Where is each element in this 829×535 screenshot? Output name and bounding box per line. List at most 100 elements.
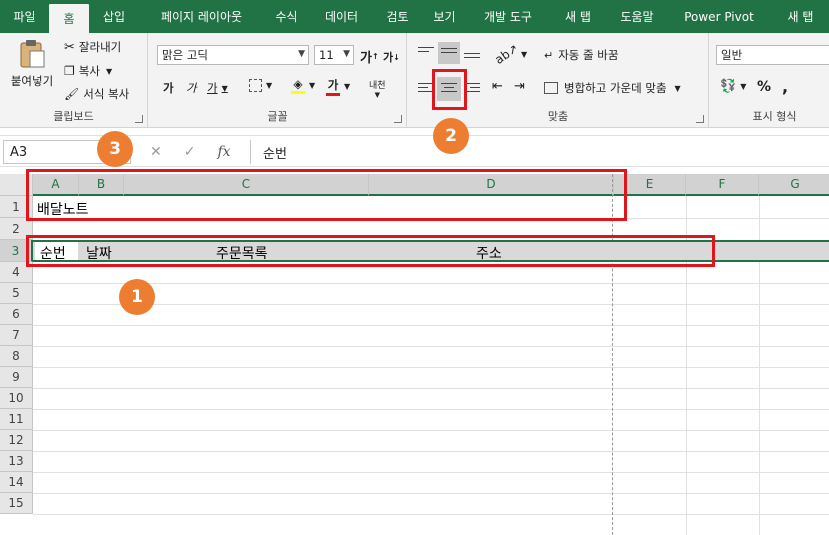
copy-label: 복사 xyxy=(78,64,100,78)
font-name-combo[interactable]: 맑은 고딕 ▼ xyxy=(157,45,309,65)
chevron-down-icon: ▼ xyxy=(309,81,316,90)
font-color-icon: 가 xyxy=(326,77,340,96)
font-dialog-launcher[interactable] xyxy=(394,115,402,123)
paste-button[interactable]: 붙여넣기 xyxy=(8,39,56,99)
tab-file[interactable]: 파일 xyxy=(0,0,49,33)
worksheet-grid[interactable]: A B C D E F G 1 2 3 4 5 6 7 8 9 10 11 12… xyxy=(0,174,829,535)
annotation-badge-1: 1 xyxy=(119,279,155,315)
merge-center-button[interactable]: 병합하고 가운데 맞춤 ▼ xyxy=(544,80,681,96)
row-header-6[interactable]: 6 xyxy=(0,304,33,325)
percent-button[interactable]: % xyxy=(757,79,771,95)
tab-home[interactable]: 홈 xyxy=(49,4,89,33)
middle-align-button[interactable] xyxy=(438,42,460,64)
italic-button[interactable]: 가 xyxy=(186,80,197,96)
annotation-box-headers xyxy=(26,169,627,221)
enter-icon[interactable]: ✓ xyxy=(184,144,196,160)
clipboard-dialog-launcher[interactable] xyxy=(135,115,143,123)
tab-power-pivot[interactable]: Power Pivot xyxy=(666,0,772,33)
font-color-button[interactable]: 가 ▼ xyxy=(326,77,350,96)
alignment-dialog-launcher[interactable] xyxy=(696,115,704,123)
formula-input[interactable]: 순번 xyxy=(250,140,826,164)
font-group-label: 글꼴 xyxy=(267,110,288,123)
row-header-7[interactable]: 7 xyxy=(0,325,33,346)
font-size-combo[interactable]: 11 ▼ xyxy=(314,45,354,65)
tab-view[interactable]: 보기 xyxy=(421,0,468,33)
top-align-icon[interactable] xyxy=(418,47,434,61)
chevron-down-icon: ▼ xyxy=(298,49,305,59)
font-group: 맑은 고딕 ▼ 11 ▼ 가 ↑ 가 ↓ 가 가 가 ▼ ▼ ◈ ▼ 가 ▼ 내천 ▼… xyxy=(149,33,407,128)
fill-color-button[interactable]: ◈ ▼ xyxy=(291,77,315,94)
cut-label: 잘라내기 xyxy=(78,40,122,54)
font-color-glyph: 가 xyxy=(327,78,339,92)
paint-bucket-icon: ◈ xyxy=(291,77,305,94)
phonetic-button[interactable]: 내천 ▼ xyxy=(369,78,386,99)
clipboard-group: 붙여넣기 ✂ 잘라내기 ❐ 복사 ▼ 🖌 서식 복사 클립보드 xyxy=(0,33,148,128)
increase-indent-button[interactable]: ⇥ xyxy=(514,79,525,94)
underline-button[interactable]: 가 ▼ xyxy=(207,80,228,96)
tab-review[interactable]: 검토 xyxy=(374,0,421,33)
cancel-icon[interactable]: ✕ xyxy=(150,144,162,160)
insert-function-icon[interactable]: fx xyxy=(217,144,230,160)
scissors-icon: ✂ xyxy=(64,39,75,55)
decrease-indent-icon: ⇤ xyxy=(492,79,503,94)
bold-button[interactable]: 가 xyxy=(163,80,174,96)
borders-icon xyxy=(249,79,262,92)
row-header-11[interactable]: 11 xyxy=(0,409,33,430)
tab-formulas[interactable]: 수식 xyxy=(264,0,309,33)
wrap-text-button[interactable]: ↵ 자동 줄 바꿈 xyxy=(544,47,618,63)
row-header-5[interactable]: 5 xyxy=(0,283,33,304)
italic-glyph: 가 xyxy=(186,81,197,95)
wrap-text-label: 자동 줄 바꿈 xyxy=(558,48,619,62)
name-box-value: A3 xyxy=(10,144,28,160)
middle-align-icon xyxy=(441,48,457,62)
percent-glyph: % xyxy=(757,79,772,95)
paste-label: 붙여넣기 xyxy=(10,74,54,88)
number-group-label: 표시 형식 xyxy=(752,110,797,123)
formula-value: 순번 xyxy=(263,146,287,162)
comma-button[interactable]: , xyxy=(782,77,788,96)
shrink-font-button[interactable]: 가 ↓ xyxy=(383,49,400,65)
decrease-indent-button[interactable]: ⇤ xyxy=(492,79,503,94)
column-header-f[interactable]: F xyxy=(686,174,759,196)
bottom-align-icon[interactable] xyxy=(464,53,480,67)
column-header-g[interactable]: G xyxy=(759,174,829,196)
bold-glyph: 가 xyxy=(163,81,174,95)
format-painter-button[interactable]: 🖌 서식 복사 xyxy=(64,86,129,102)
tab-help[interactable]: 도움말 xyxy=(608,0,666,33)
orientation-button[interactable]: ab↗ ▼ xyxy=(492,41,528,67)
row-header-8[interactable]: 8 xyxy=(0,346,33,367)
chevron-down-icon: ▼ xyxy=(221,83,228,93)
row-header-13[interactable]: 13 xyxy=(0,451,33,472)
increase-indent-icon: ⇥ xyxy=(514,79,525,94)
cut-button[interactable]: ✂ 잘라내기 xyxy=(64,39,121,55)
format-painter-icon: 🖌 xyxy=(64,87,80,101)
orientation-icon: ab↗ xyxy=(492,41,521,67)
font-size-value: 11 xyxy=(319,48,334,62)
grow-font-button[interactable]: 가 ↑ xyxy=(360,47,379,66)
row-header-15[interactable]: 15 xyxy=(0,493,33,514)
copy-icon: ❐ xyxy=(64,64,75,78)
tab-developer[interactable]: 개발 도구 xyxy=(468,0,548,33)
row-header-14[interactable]: 14 xyxy=(0,472,33,493)
tab-new-tab[interactable]: 새 탭 xyxy=(548,0,608,33)
row-header-9[interactable]: 9 xyxy=(0,367,33,388)
merge-cells-icon xyxy=(544,82,558,94)
number-format-combo[interactable]: 일반 xyxy=(716,45,829,65)
tab-insert[interactable]: 삽입 xyxy=(89,0,139,33)
chevron-down-icon: ▼ xyxy=(374,91,380,99)
row-header-12[interactable]: 12 xyxy=(0,430,33,451)
row-header-10[interactable]: 10 xyxy=(0,388,33,409)
currency-icon: 💱 xyxy=(720,79,737,94)
chevron-down-icon: ▼ xyxy=(266,81,273,90)
chevron-down-icon: ▼ xyxy=(521,49,528,59)
tab-new-tab-2[interactable]: 새 탭 xyxy=(772,0,829,33)
number-group: 일반 💱 ▼ % , 표시 형식 xyxy=(710,33,829,128)
wrap-text-icon: ↵ xyxy=(544,48,554,62)
borders-button[interactable]: ▼ xyxy=(249,79,272,92)
annotation-box-row-3 xyxy=(26,235,715,267)
tab-data[interactable]: 데이터 xyxy=(309,0,374,33)
copy-button[interactable]: ❐ 복사 ▼ xyxy=(64,63,112,79)
accounting-format-button[interactable]: 💱 ▼ xyxy=(720,79,746,94)
tab-page-layout[interactable]: 페이지 레이아웃 xyxy=(139,0,264,33)
clipboard-icon xyxy=(20,40,45,68)
